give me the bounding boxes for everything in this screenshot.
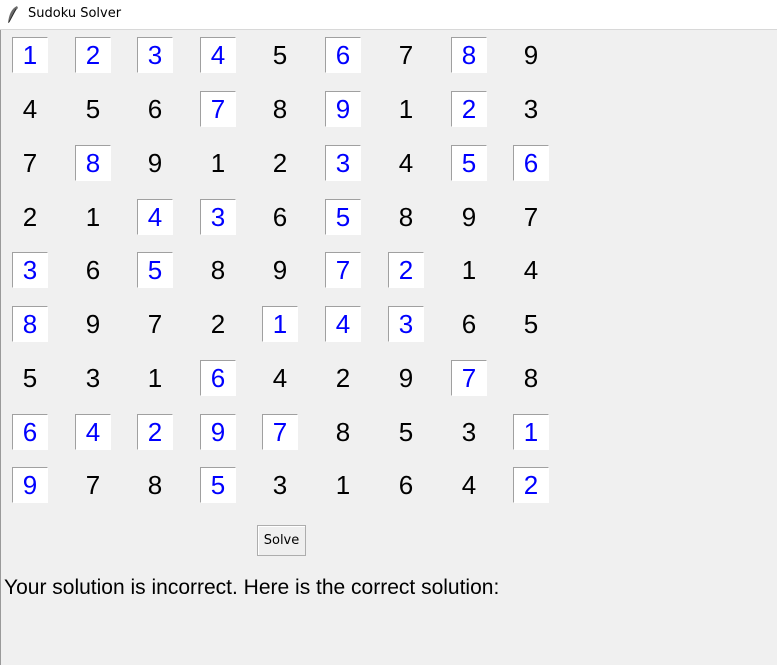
cell-given: 8	[272, 94, 288, 124]
cell-given: 7	[523, 202, 539, 232]
cell-given: 2	[22, 202, 38, 232]
cell-input[interactable]: 3	[388, 306, 424, 342]
cell-given: 6	[461, 309, 477, 339]
cell-given: 4	[22, 94, 38, 124]
cell-given: 7	[85, 470, 101, 500]
cell-given: 5	[85, 94, 101, 124]
cell-input[interactable]: 4	[325, 306, 361, 342]
window-border	[0, 30, 1, 665]
cell-given: 1	[398, 94, 414, 124]
cell-given: 7	[147, 309, 163, 339]
cell-given: 4	[398, 148, 414, 178]
cell-given: 3	[85, 363, 101, 393]
cell-input[interactable]: 5	[137, 252, 173, 288]
cell-input[interactable]: 7	[451, 360, 487, 396]
cell-input[interactable]: 8	[451, 37, 487, 73]
cell-given: 6	[272, 202, 288, 232]
cell-given: 1	[461, 255, 477, 285]
cell-input[interactable]: 7	[262, 414, 298, 450]
cell-input[interactable]: 6	[12, 414, 48, 450]
cell-given: 6	[85, 255, 101, 285]
cell-input[interactable]: 5	[451, 145, 487, 181]
feather-icon	[8, 6, 18, 23]
cell-input[interactable]: 3	[12, 252, 48, 288]
cell-given: 9	[85, 309, 101, 339]
cell-input[interactable]: 7	[325, 252, 361, 288]
status-message: Your solution is incorrect. Here is the …	[4, 576, 500, 599]
cell-input[interactable]: 5	[200, 467, 236, 503]
window-title: Sudoku Solver	[28, 6, 122, 21]
cell-input[interactable]: 1	[12, 37, 48, 73]
cell-given: 4	[461, 470, 477, 500]
cell-given: 8	[523, 363, 539, 393]
cell-given: 9	[523, 40, 539, 70]
cell-given: 3	[461, 417, 477, 447]
cell-input[interactable]: 4	[75, 414, 111, 450]
cell-given: 9	[272, 255, 288, 285]
cell-given: 8	[147, 470, 163, 500]
cell-input[interactable]: 2	[451, 91, 487, 127]
cell-given: 7	[22, 148, 38, 178]
cell-input[interactable]: 3	[200, 199, 236, 235]
cell-given: 5	[272, 40, 288, 70]
cell-input[interactable]: 5	[325, 199, 361, 235]
cell-given: 4	[523, 255, 539, 285]
cell-input[interactable]: 8	[12, 306, 48, 342]
cell-input[interactable]: 2	[137, 414, 173, 450]
cell-input[interactable]: 7	[200, 91, 236, 127]
cell-given: 5	[398, 417, 414, 447]
cell-given: 2	[335, 363, 351, 393]
cell-input[interactable]: 2	[75, 37, 111, 73]
cell-given: 1	[335, 470, 351, 500]
cell-given: 9	[398, 363, 414, 393]
cell-given: 3	[523, 94, 539, 124]
cell-input[interactable]: 9	[325, 91, 361, 127]
cell-given: 8	[398, 202, 414, 232]
cell-input[interactable]: 2	[513, 467, 549, 503]
cell-given: 6	[398, 470, 414, 500]
cell-given: 2	[272, 148, 288, 178]
cell-given: 3	[272, 470, 288, 500]
cell-given: 9	[147, 148, 163, 178]
cell-given: 5	[523, 309, 539, 339]
cell-input[interactable]: 6	[325, 37, 361, 73]
cell-input[interactable]: 3	[325, 145, 361, 181]
cell-given: 2	[210, 309, 226, 339]
cell-given: 8	[335, 417, 351, 447]
cell-given: 1	[85, 202, 101, 232]
cell-given: 1	[210, 148, 226, 178]
cell-input[interactable]: 6	[200, 360, 236, 396]
solve-button[interactable]: Solve	[257, 525, 306, 556]
cell-input[interactable]: 8	[75, 145, 111, 181]
cell-input[interactable]: 2	[388, 252, 424, 288]
cell-given: 7	[398, 40, 414, 70]
cell-input[interactable]: 1	[513, 414, 549, 450]
cell-input[interactable]: 4	[137, 199, 173, 235]
cell-given: 5	[22, 363, 38, 393]
cell-input[interactable]: 9	[200, 414, 236, 450]
cell-input[interactable]: 9	[12, 467, 48, 503]
cell-given: 4	[272, 363, 288, 393]
cell-given: 1	[147, 363, 163, 393]
cell-given: 9	[461, 202, 477, 232]
cell-given: 6	[147, 94, 163, 124]
cell-input[interactable]: 1	[262, 306, 298, 342]
title-bar: Sudoku Solver	[0, 0, 777, 30]
cell-input[interactable]: 6	[513, 145, 549, 181]
cell-input[interactable]: 4	[200, 37, 236, 73]
cell-input[interactable]: 3	[137, 37, 173, 73]
cell-given: 8	[210, 255, 226, 285]
